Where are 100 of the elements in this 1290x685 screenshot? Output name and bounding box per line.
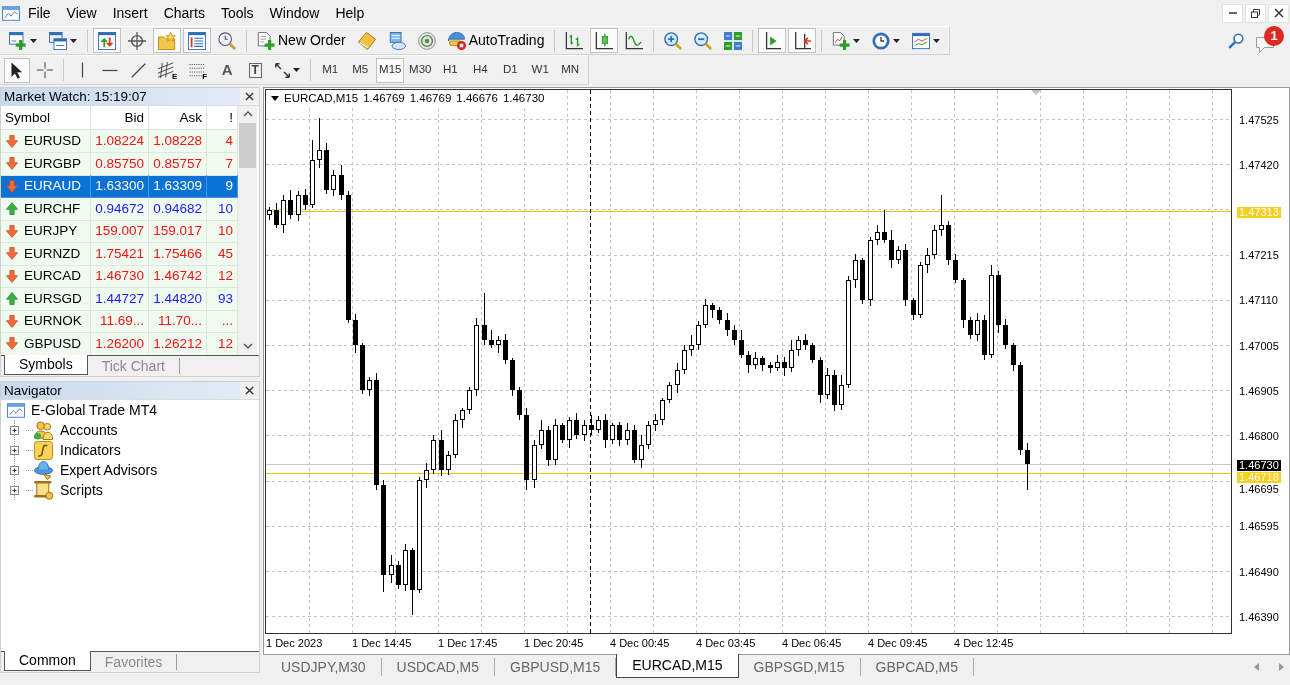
ask-price: 1.44820: [149, 287, 207, 311]
expand-box-icon[interactable]: [10, 445, 19, 455]
toolbar-button[interactable]: [590, 28, 619, 53]
expand-box-icon[interactable]: [10, 465, 19, 475]
symbol-row[interactable]: EURCHF 0.94672 0.94682 10: [1, 197, 238, 220]
timeframe-button[interactable]: M1: [316, 57, 345, 83]
scrollbar-thumb[interactable]: [239, 123, 256, 168]
label-tool-button[interactable]: T: [242, 57, 269, 83]
panel-tab[interactable]: Common: [4, 651, 91, 671]
tree-item[interactable]: E-Global Trade MT4: [31, 401, 158, 419]
chart-tab[interactable]: USDCAD,M5: [381, 658, 496, 676]
menu-item[interactable]: Window: [261, 0, 328, 26]
toolbar-button[interactable]: [758, 28, 787, 53]
time-label: 1 Dec 20:45: [524, 637, 584, 650]
tree-item[interactable]: Scripts: [60, 481, 103, 499]
menu-item[interactable]: View: [58, 0, 105, 26]
symbol-name: EURGBP: [24, 154, 81, 173]
bid-price: 1.75421: [91, 242, 149, 266]
expand-box-icon[interactable]: [10, 425, 19, 435]
toolbar-button[interactable]: [183, 28, 211, 53]
window-plus-icon: [9, 31, 27, 50]
menu-item[interactable]: File: [20, 0, 59, 26]
chevron-up-icon[interactable]: [242, 111, 253, 117]
minimize-icon: [1228, 12, 1237, 14]
notification-count[interactable]: 1: [1264, 25, 1284, 46]
price-label: 1.46490: [1238, 566, 1280, 578]
bar-chart-icon: [565, 31, 584, 50]
symbol-name: EURSGD: [24, 289, 82, 308]
timeframe-button[interactable]: W1: [526, 57, 555, 83]
timeframe-button[interactable]: D1: [496, 57, 525, 83]
menu-item[interactable]: Charts: [155, 0, 213, 26]
symbol-name: EURNOK: [24, 312, 82, 330]
tool-button[interactable]: E: [153, 57, 183, 83]
triangle-marker-icon[interactable]: [1031, 90, 1041, 95]
symbol-row[interactable]: GBPUSD 1.26200 1.26212 12: [1, 332, 238, 355]
symbol-row[interactable]: EURCAD 1.46730 1.46742 12: [1, 265, 238, 288]
scrollbar[interactable]: [238, 106, 257, 355]
bid-price: 0.85750: [91, 152, 149, 176]
monitor-cloud-icon: [387, 31, 406, 50]
symbol-row[interactable]: EURNOK 11.69... 11.70... ...: [1, 310, 238, 333]
tree-item[interactable]: Indicators: [60, 441, 121, 459]
window-chart-icon[interactable]: [7, 402, 25, 418]
toolbar-button[interactable]: [93, 28, 121, 53]
symbol-name: EURJPY: [24, 222, 78, 240]
timeframe-button[interactable]: M15: [376, 57, 405, 83]
symbol-row[interactable]: EURAUD 1.63300 1.63309 9: [1, 175, 238, 198]
restore-button[interactable]: [1245, 3, 1266, 23]
search-icon[interactable]: [1228, 32, 1244, 49]
tree-item[interactable]: Accounts: [60, 421, 118, 439]
people-icon: [34, 420, 53, 440]
timeframe-button[interactable]: MN: [556, 57, 585, 83]
chevron-down-icon[interactable]: [242, 343, 253, 349]
close-button[interactable]: [1268, 3, 1289, 23]
symbol-row[interactable]: EURUSD 1.08224 1.08228 4: [1, 130, 238, 153]
zoom-in-icon: [664, 31, 683, 50]
close-icon[interactable]: [245, 386, 254, 395]
timeframe-button[interactable]: H1: [436, 57, 465, 83]
chart-window-icon: [912, 31, 931, 50]
symbol-name: GBPUSD: [24, 334, 81, 353]
ohlc-price: 1.46769: [409, 92, 452, 105]
panel-tab[interactable]: Symbols: [4, 355, 88, 375]
hat-icon: [34, 460, 53, 480]
chart-tab[interactable]: EURCAD,M15: [616, 654, 739, 678]
auto-trading-button[interactable]: AutoTrading: [442, 28, 550, 53]
price-label: 1.47005: [1238, 340, 1280, 352]
new-order-button[interactable]: New Order: [252, 28, 351, 53]
axes-triangle-icon: [763, 31, 782, 50]
symbol-row[interactable]: EURSGD 1.44727 1.44820 93: [1, 287, 238, 310]
symbol-row[interactable]: EURNZD 1.75421 1.75466 45: [1, 242, 238, 265]
tool-button[interactable]: F: [184, 57, 213, 83]
bid-price: 1.44727: [91, 287, 149, 311]
expand-box-icon[interactable]: [10, 485, 19, 495]
chart-tab[interactable]: GBPCAD,M5: [860, 658, 975, 676]
scroll-icon: [34, 480, 53, 500]
chart-tab[interactable]: GBPSGD,M15: [738, 658, 861, 676]
dotted-lines-icon: [189, 62, 206, 78]
axes-arrow-icon: [793, 31, 812, 50]
close-icon[interactable]: [245, 92, 254, 101]
diagonal-line-icon: [130, 62, 146, 78]
timeframe-button[interactable]: M5: [346, 57, 375, 83]
magnifier-clock-icon: [218, 31, 236, 50]
symbol-row[interactable]: EURJPY 159.007 159.017 10: [1, 220, 238, 243]
price-label: 1.47420: [1238, 159, 1280, 171]
timeframe-button[interactable]: M30: [406, 57, 435, 83]
timeframe-button[interactable]: H4: [466, 57, 495, 83]
symbol-row[interactable]: EURGBP 0.85750 0.85757 7: [1, 152, 238, 175]
tree-item[interactable]: Expert Advisors: [60, 461, 158, 479]
level-price-label: 1.46718: [1237, 471, 1281, 483]
menu-item[interactable]: Help: [327, 0, 373, 26]
minimize-button[interactable]: [1222, 3, 1243, 23]
menu-item[interactable]: Insert: [104, 0, 156, 26]
time-label: 1 Dec 17:45: [438, 637, 498, 650]
symbol-name: EURAUD: [24, 177, 81, 195]
text-tool-button[interactable]: A: [214, 57, 241, 83]
tool-button[interactable]: [4, 57, 30, 83]
chart-tab[interactable]: USDJPY,M30: [266, 658, 382, 676]
toolbar-button[interactable]: [788, 28, 817, 53]
triangle-down-icon[interactable]: [271, 96, 279, 101]
menu-item[interactable]: Tools: [212, 0, 262, 26]
windows-icon: [49, 31, 67, 50]
